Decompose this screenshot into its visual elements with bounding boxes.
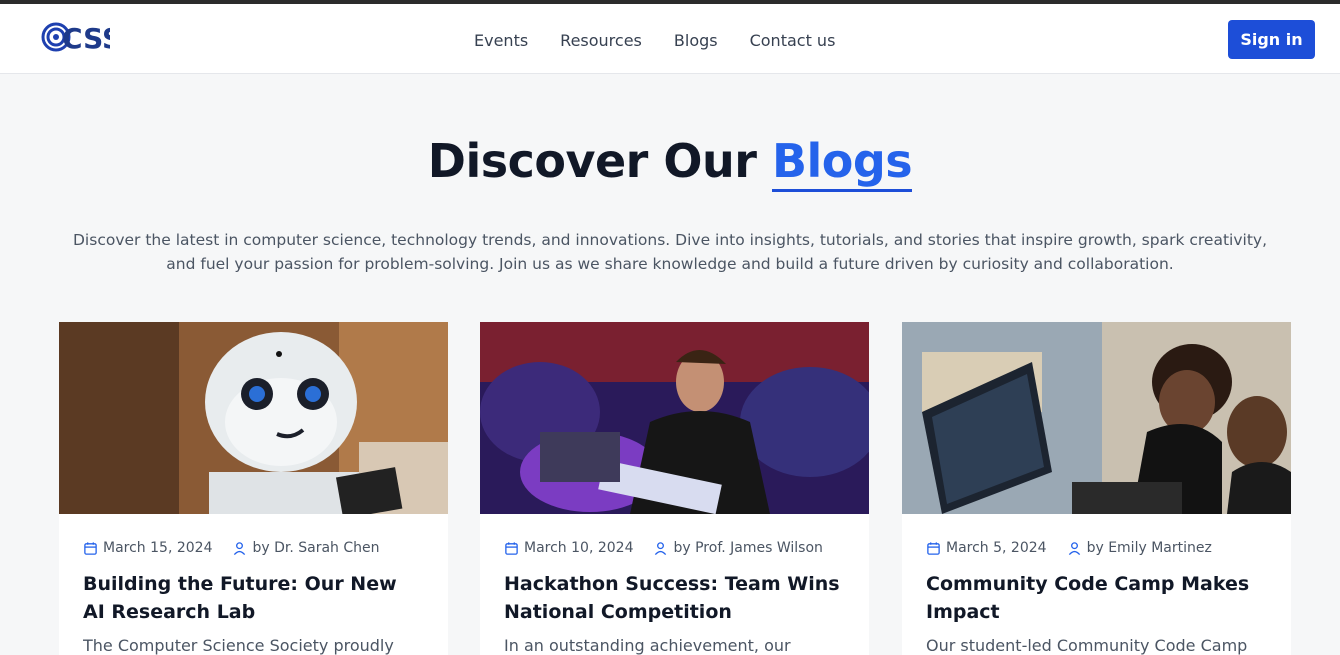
user-icon	[234, 541, 246, 555]
blog-author-name: by Dr. Sarah Chen	[252, 540, 380, 556]
blog-author-name: by Prof. James Wilson	[673, 540, 823, 556]
blog-date: March 15, 2024	[103, 540, 213, 556]
blog-excerpt: In an outstanding achievement, our	[504, 636, 791, 655]
site-logo[interactable]: CSS	[40, 20, 110, 54]
blog-meta: March 5, 2024 by Emily Martinez	[926, 540, 1212, 556]
nav-blogs[interactable]: Blogs	[674, 31, 718, 55]
blog-title[interactable]: Hackathon Success: Team Wins National Co…	[504, 570, 844, 626]
nav-contact[interactable]: Contact us	[750, 31, 836, 55]
blog-author: by Prof. James Wilson	[653, 540, 823, 556]
sign-in-button[interactable]: Sign in	[1228, 20, 1315, 59]
top-navbar: CSS Events Resources Blogs Contact us Si…	[0, 0, 1340, 74]
blog-title[interactable]: Community Code Camp Makes Impact	[926, 570, 1266, 626]
blog-author: by Dr. Sarah Chen	[232, 540, 380, 556]
title-accent: Blogs	[771, 134, 913, 192]
blog-author-name: by Emily Martinez	[1086, 540, 1212, 556]
blog-meta: March 15, 2024 by Dr. Sarah Chen	[83, 540, 380, 556]
blog-excerpt: Our student-led Community Code Camp	[926, 636, 1248, 655]
calendar-icon	[505, 541, 518, 555]
user-icon	[1068, 541, 1080, 555]
blog-title[interactable]: Building the Future: Our New AI Research…	[83, 570, 423, 626]
blog-card[interactable]: March 15, 2024 by Dr. Sarah Chen Buildin…	[59, 322, 448, 655]
nav-events[interactable]: Events	[474, 31, 528, 55]
blog-image-robot[interactable]	[59, 322, 448, 514]
blog-date: March 5, 2024	[946, 540, 1047, 556]
blog-image-code-camp[interactable]	[902, 322, 1291, 514]
page-description: Discover the latest in computer science,…	[73, 231, 1267, 273]
calendar-icon	[927, 541, 940, 555]
blog-excerpt: The Computer Science Society proudly	[83, 636, 394, 655]
title-prefix: Discover Our	[427, 134, 772, 188]
blog-meta: March 10, 2024 by Prof. James Wilson	[504, 540, 823, 556]
blog-card[interactable]: March 10, 2024 by Prof. James Wilson Hac…	[480, 322, 869, 655]
logo-text: CSS	[62, 22, 110, 54]
user-icon	[655, 541, 667, 555]
calendar-icon	[84, 541, 97, 555]
blog-date: March 10, 2024	[524, 540, 634, 556]
main-nav: Events Resources Blogs Contact us	[474, 31, 867, 55]
blog-card[interactable]: March 5, 2024 by Emily Martinez Communit…	[902, 322, 1291, 655]
blog-image-hackathon[interactable]	[480, 322, 869, 514]
blog-author: by Emily Martinez	[1067, 540, 1212, 556]
page-title: Discover Our Blogs	[0, 134, 1340, 192]
nav-resources[interactable]: Resources	[560, 31, 642, 55]
